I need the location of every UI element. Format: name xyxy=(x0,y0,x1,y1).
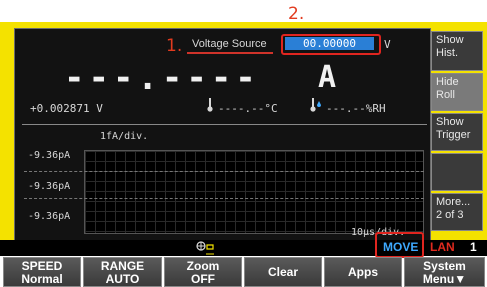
more-menu-button[interactable]: More... 2 of 3 xyxy=(431,193,483,231)
apps-softkey[interactable]: Apps xyxy=(324,257,402,287)
speed-softkey[interactable]: SPEED Normal xyxy=(3,257,81,287)
thermometer-icon xyxy=(207,98,213,112)
hide-roll-button[interactable]: Hide Roll xyxy=(431,73,483,111)
temperature-readout: ----.--°C xyxy=(218,102,278,115)
graph-reference-line xyxy=(24,198,424,199)
softkey-line2: Normal xyxy=(21,272,63,286)
zoom-softkey[interactable]: Zoom OFF xyxy=(164,257,242,287)
source-voltage-readback: +0.002871 V xyxy=(30,102,103,115)
softkey-line2: Menu▼ xyxy=(422,272,467,286)
range-softkey[interactable]: RANGE AUTO xyxy=(83,257,162,287)
callout-2: 2. xyxy=(288,4,305,24)
voltage-source-label: Voltage Source xyxy=(192,38,267,50)
softkey-line2: OFF xyxy=(191,272,215,286)
callout-underline xyxy=(187,52,273,54)
callout-1: 1. xyxy=(166,36,183,56)
clear-softkey[interactable]: Clear xyxy=(244,257,322,287)
voltage-source-field[interactable]: 00.00000 xyxy=(285,37,374,50)
graph-y-label: -9.36pA xyxy=(28,150,71,161)
show-trigger-button[interactable]: Show Trigger xyxy=(431,113,483,151)
instrument-frame: 2. 1. Voltage Source 00.00000 V ---.----… xyxy=(0,0,487,287)
measurement-unit: A xyxy=(318,60,337,95)
interlock-icon xyxy=(196,241,214,255)
softkey-line1: Apps xyxy=(348,265,378,279)
measurement-value: ---.---- xyxy=(64,58,260,98)
channel-indicator: 1 xyxy=(470,240,477,254)
softkey-line2: AUTO xyxy=(105,272,140,286)
softkey-line1: Clear xyxy=(267,265,299,279)
humidity-readout: ---.--%RH xyxy=(326,102,386,115)
graph-scale-label: 1fA/div. xyxy=(100,131,149,142)
show-histogram-button[interactable]: Show Hist. xyxy=(431,31,483,71)
system-menu-softkey[interactable]: System Menu▼ xyxy=(404,257,485,287)
humidity-icon xyxy=(310,98,321,112)
graph-y-label: -9.36pA xyxy=(28,211,71,222)
lan-indicator: LAN xyxy=(430,240,455,254)
voltage-source-unit: V xyxy=(384,38,391,51)
trend-plot[interactable] xyxy=(84,150,424,234)
move-indicator: MOVE xyxy=(383,240,419,254)
side-menu-empty-button[interactable] xyxy=(431,153,483,191)
graph-y-label: -9.36pA xyxy=(28,181,71,192)
graph-reference-line xyxy=(24,171,424,172)
